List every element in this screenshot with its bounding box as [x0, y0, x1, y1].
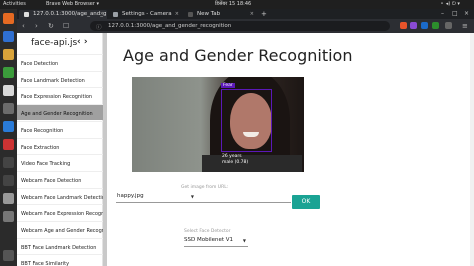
chrome-icon[interactable]	[3, 31, 14, 42]
extension-icon[interactable]	[421, 22, 428, 29]
close-icon[interactable]: ×	[250, 11, 254, 17]
sidebar-item[interactable]: Webcam Face Landmark Detection	[17, 187, 103, 204]
maximize-button[interactable]: □	[452, 10, 458, 17]
app-icon[interactable]	[3, 67, 14, 78]
profile-icon[interactable]	[445, 22, 452, 29]
caret-down-icon: ▼	[242, 238, 246, 243]
clock[interactable]: डिसेंबर 15 18:46	[215, 1, 251, 7]
detector-select[interactable]: SSD Mobilenet V1 ▼	[184, 237, 248, 247]
tab-new-tab[interactable]: New Tab ×	[183, 10, 257, 19]
tab-favicon	[188, 12, 193, 17]
url-text: 127.0.0.1:3000/age_and_gender_recognitio…	[108, 23, 232, 29]
trash-icon[interactable]	[3, 211, 14, 222]
rewards-icon[interactable]	[410, 22, 417, 29]
gender-text: male (0.78)	[222, 159, 249, 165]
menu-icon[interactable]: ≡	[462, 22, 468, 30]
bookmark-icon[interactable]: ☐	[63, 22, 69, 30]
dock	[0, 9, 17, 266]
nav-arrows-icon[interactable]: ‹ ›	[77, 37, 88, 47]
address-bar[interactable]: ⓘ 127.0.0.1:3000/age_and_gender_recognit…	[90, 21, 390, 31]
tab-settings-camera[interactable]: Settings - Camera ×	[108, 10, 182, 19]
result-image: Fear 26 years male (0.78)	[132, 77, 304, 172]
page-scrollbar[interactable]	[470, 33, 474, 266]
detector-label: Select Face Detector	[184, 229, 231, 234]
close-icon[interactable]: ×	[175, 11, 179, 17]
app-icon-2[interactable]	[3, 139, 14, 150]
tab-label: Settings - Camera	[122, 11, 172, 17]
reload-button[interactable]: ↻	[48, 22, 54, 30]
image-select-value: happy.jpg	[117, 193, 144, 199]
face-bounding-box	[221, 89, 272, 152]
web-page: face-api.js ‹ › Face Detection Face Landm…	[17, 33, 474, 266]
gear-icon	[113, 12, 118, 17]
terminal-icon[interactable]	[3, 103, 14, 114]
sidebar-item[interactable]: Age and Gender Recognition	[17, 104, 103, 121]
files-icon[interactable]	[3, 49, 14, 60]
shirt-shape	[202, 155, 302, 172]
detection-tag: Fear	[221, 83, 235, 88]
scrollbar-thumb[interactable]	[103, 33, 107, 266]
forward-button[interactable]: ›	[35, 22, 38, 30]
sidebar-item[interactable]: Video Face Tracking	[17, 154, 103, 170]
tab-active[interactable]: 127.0.0.1:3000/age_and_g ×	[19, 10, 107, 19]
brave-shield-icon[interactable]	[400, 22, 407, 29]
app-menu[interactable]: Brave Web Browser ▾	[46, 1, 99, 7]
vscode-icon[interactable]	[3, 121, 14, 132]
detection-info: 26 years male (0.78)	[222, 154, 248, 165]
sidebar-item[interactable]: BBT Face Landmark Detection	[17, 237, 103, 254]
sidebar-item[interactable]: Face Detection	[17, 54, 103, 70]
page-title: Age and Gender Recognition	[123, 46, 353, 65]
show-apps-icon[interactable]	[3, 250, 14, 261]
brand-title: face-api.js	[31, 38, 78, 48]
url-field-label: Get image from URL:	[181, 185, 229, 190]
activities-button[interactable]: Activities	[3, 1, 26, 7]
info-icon: ⓘ	[96, 25, 102, 31]
back-button[interactable]: ‹	[22, 22, 25, 30]
ok-button[interactable]: OK	[292, 195, 320, 209]
tab-label: 127.0.0.1:3000/age_and_g	[33, 11, 107, 17]
sidebar-item[interactable]: Webcam Age and Gender Recognition	[17, 221, 103, 237]
detector-select-value: SSD Mobilenet V1	[184, 237, 234, 243]
minimize-button[interactable]: –	[441, 10, 444, 17]
tab-favicon	[24, 12, 29, 17]
tab-label: New Tab	[197, 11, 221, 17]
text-editor-icon[interactable]	[3, 85, 14, 96]
os-top-bar: Activities Brave Web Browser ▾ डिसेंबर 1…	[0, 0, 474, 9]
sidebar-item[interactable]: Face Extraction	[17, 137, 103, 154]
sidebar: face-api.js ‹ › Face Detection Face Landm…	[17, 33, 103, 266]
sidebar-item[interactable]: Face Expression Recognition	[17, 87, 103, 103]
sidebar-item[interactable]: Webcam Face Expression Recognition	[17, 204, 103, 220]
toolbar: ‹ › ↻ ☐ ⓘ 127.0.0.1:3000/age_and_gender_…	[17, 19, 474, 33]
brave-icon[interactable]	[3, 13, 14, 24]
image-url-input[interactable]	[181, 193, 291, 203]
sidebar-item[interactable]: Face Landmark Detection	[17, 70, 103, 87]
tab-strip: 127.0.0.1:3000/age_and_g × Settings - Ca…	[17, 9, 474, 19]
system-tray[interactable]: ⚬ ◂) ⏻ ▾	[440, 1, 460, 7]
extension-icon-2[interactable]	[432, 22, 439, 29]
close-icon[interactable]: ×	[100, 11, 104, 17]
window-close-button[interactable]: ×	[464, 10, 469, 17]
app-icon-5[interactable]	[3, 193, 14, 204]
sidebar-item[interactable]: Face Recognition	[17, 120, 103, 137]
sidebar-item[interactable]: BBT Face Similarity	[17, 254, 103, 266]
sidebar-scrollbar[interactable]	[103, 33, 107, 266]
new-tab-button[interactable]: +	[261, 10, 267, 18]
app-icon-3[interactable]	[3, 157, 14, 168]
sidebar-item[interactable]: Webcam Face Detection	[17, 170, 103, 187]
app-icon-4[interactable]	[3, 175, 14, 186]
